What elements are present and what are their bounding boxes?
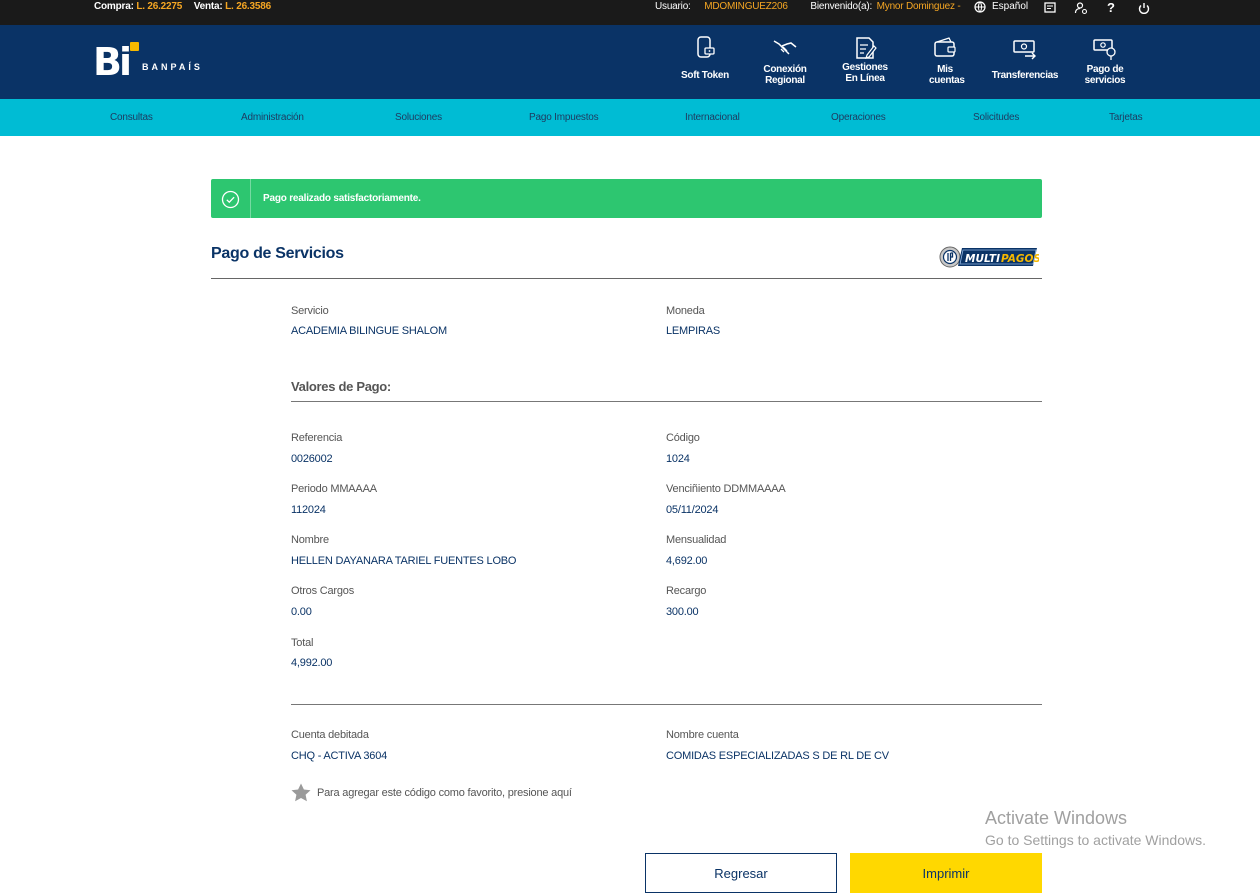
back-button[interactable]: Regresar <box>645 853 837 893</box>
message-icon[interactable] <box>1043 1 1057 15</box>
codigo-value: 1024 <box>666 453 690 465</box>
document-edit-icon <box>856 37 877 59</box>
compra-value: L. 26.2275 <box>136 1 183 12</box>
globe-icon <box>974 1 986 13</box>
nombre-value: HELLEN DAYANARA TARIEL FUENTES LOBO <box>291 555 517 567</box>
servicio-label: Servicio <box>291 305 329 317</box>
wallet-icon <box>934 37 956 57</box>
menu-item-internacional[interactable]: Internacional <box>685 99 740 136</box>
menu-item-consultas[interactable]: Consultas <box>110 99 153 136</box>
vencimiento-label: Venciñiento DDMMAAAA <box>666 483 786 495</box>
language-label: Español <box>992 1 1029 12</box>
total-label: Total <box>291 637 314 649</box>
power-icon[interactable] <box>1137 1 1151 15</box>
watermark-line1: Activate Windows <box>985 808 1128 828</box>
venta-label: Venta: <box>193 1 223 12</box>
vencimiento-value: 05/11/2024 <box>666 504 719 516</box>
banner-icon-box <box>211 179 251 218</box>
add-favorite-link[interactable]: Para agregar este código como favorito, … <box>291 783 572 802</box>
moneda-value: LEMPIRAS <box>666 325 721 337</box>
bill-payment-icon <box>1093 39 1116 60</box>
otros-cargos-value: 0.00 <box>291 606 312 618</box>
exchange-rates: Compra: L. 26.2275 Venta: L. 26.3586 <box>94 0 280 14</box>
menu-item-pago-impuestos[interactable]: Pago Impuestos <box>529 99 599 136</box>
bienvenido-value[interactable]: Mynor Dominguez - <box>877 1 961 12</box>
menu-item-soluciones[interactable]: Soluciones <box>395 99 442 136</box>
cuenta-debitada-label: Cuenta debitada <box>291 729 369 741</box>
total-value: 4,992.00 <box>291 657 333 669</box>
mensualidad-label: Mensualidad <box>666 534 727 546</box>
venta-value: L. 26.3586 <box>225 1 271 12</box>
main-menu: Consultas Administración Soluciones Pago… <box>0 99 1260 136</box>
menu-item-administracion[interactable]: Administración <box>241 99 304 136</box>
help-icon[interactable]: ? <box>1107 1 1121 15</box>
bienvenido-label: Bienvenido(a): <box>810 1 873 12</box>
nav-transferencias[interactable]: Transferencias <box>985 25 1065 99</box>
money-transfer-icon <box>1013 40 1036 60</box>
nav-pago-de-servicios[interactable]: Pago de servicios <box>1065 25 1145 99</box>
referencia-value: 0026002 <box>291 453 333 465</box>
periodo-label: Periodo MMAAAA <box>291 483 377 495</box>
nombre-cuenta-value: COMIDAS ESPECIALIZADAS S DE RL DE CV <box>666 750 889 762</box>
title-divider <box>211 278 1042 279</box>
account-divider <box>291 704 1042 705</box>
nav-label: Soft Token <box>681 70 729 81</box>
menu-item-solicitudes[interactable]: Solicitudes <box>973 99 1019 136</box>
multipagos-logo: MULTI PAGOS <box>939 246 1039 268</box>
valores-divider <box>291 401 1042 402</box>
phone-token-icon <box>697 36 715 58</box>
nombre-label: Nombre <box>291 534 329 546</box>
cuenta-debitada-value: CHQ - ACTIVA 3604 <box>291 750 388 762</box>
nav-mis-cuentas[interactable]: Mis cuentas <box>905 25 985 99</box>
valores-title: Valores de Pago: <box>291 379 391 394</box>
user-info: Usuario: MDOMINGUEZ206 Bienvenido(a): My… <box>655 0 961 14</box>
moneda-label: Moneda <box>666 305 705 317</box>
watermark-line2: Go to Settings to activate Windows. <box>985 832 1206 848</box>
recargo-label: Recargo <box>666 585 707 597</box>
page-title: Pago de Servicios <box>211 245 344 262</box>
nav-conexion-regional[interactable]: Conexión Regional <box>745 25 825 99</box>
svg-text:PAGOS: PAGOS <box>1001 253 1039 265</box>
periodo-value: 112024 <box>291 504 326 516</box>
recargo-value: 300.00 <box>666 606 699 618</box>
nav-label: Gestiones En Línea <box>842 62 888 84</box>
usuario-label: Usuario: <box>655 1 691 12</box>
handshake-icon <box>773 40 797 55</box>
banpais-logo[interactable]: Bi BANPAÍS <box>93 42 213 82</box>
user-settings-icon[interactable] <box>1074 1 1088 15</box>
mensualidad-value: 4,692.00 <box>666 555 708 567</box>
logo-wordmark: BANPAÍS <box>142 62 203 72</box>
otros-cargos-label: Otros Cargos <box>291 585 355 597</box>
favorite-text: Para agregar este código como favorito, … <box>317 786 572 799</box>
menu-item-tarjetas[interactable]: Tarjetas <box>1109 99 1143 136</box>
windows-activation-watermark: Activate Windows Go to Settings to activ… <box>985 808 1206 848</box>
codigo-label: Código <box>666 432 700 444</box>
nombre-cuenta-label: Nombre cuenta <box>666 729 739 741</box>
nav-gestiones-en-linea[interactable]: Gestiones En Línea <box>825 25 905 99</box>
main-header: Bi BANPAÍS Soft Token Conexión Regional … <box>0 25 1260 99</box>
success-banner: Pago realizado satisfactoriamente. <box>211 179 1042 218</box>
referencia-label: Referencia <box>291 432 343 444</box>
star-icon[interactable] <box>291 783 311 802</box>
nav-label: Mis cuentas <box>929 64 965 86</box>
nav-label: Transferencias <box>991 70 1059 81</box>
svg-text:MULTI: MULTI <box>965 253 1000 265</box>
top-info-bar: Compra: L. 26.2275 Venta: L. 26.3586 Usu… <box>0 0 1260 25</box>
language-selector[interactable]: Español <box>974 0 1028 14</box>
nav-label: Conexión Regional <box>763 64 807 86</box>
logo-mark: Bi <box>93 40 132 84</box>
logo-dot <box>130 42 139 51</box>
print-button[interactable]: Imprimir <box>850 853 1042 893</box>
banner-message: Pago realizado satisfactoriamente. <box>263 193 421 204</box>
nav-soft-token[interactable]: Soft Token <box>665 25 745 99</box>
check-circle-icon <box>221 190 240 209</box>
nav-label: Pago de servicios <box>1084 64 1126 86</box>
usuario-value: MDOMINGUEZ206 <box>704 1 788 12</box>
servicio-value: ACADEMIA BILINGUE SHALOM <box>291 325 447 337</box>
compra-label: Compra: <box>94 1 134 12</box>
menu-item-operaciones[interactable]: Operaciones <box>831 99 886 136</box>
